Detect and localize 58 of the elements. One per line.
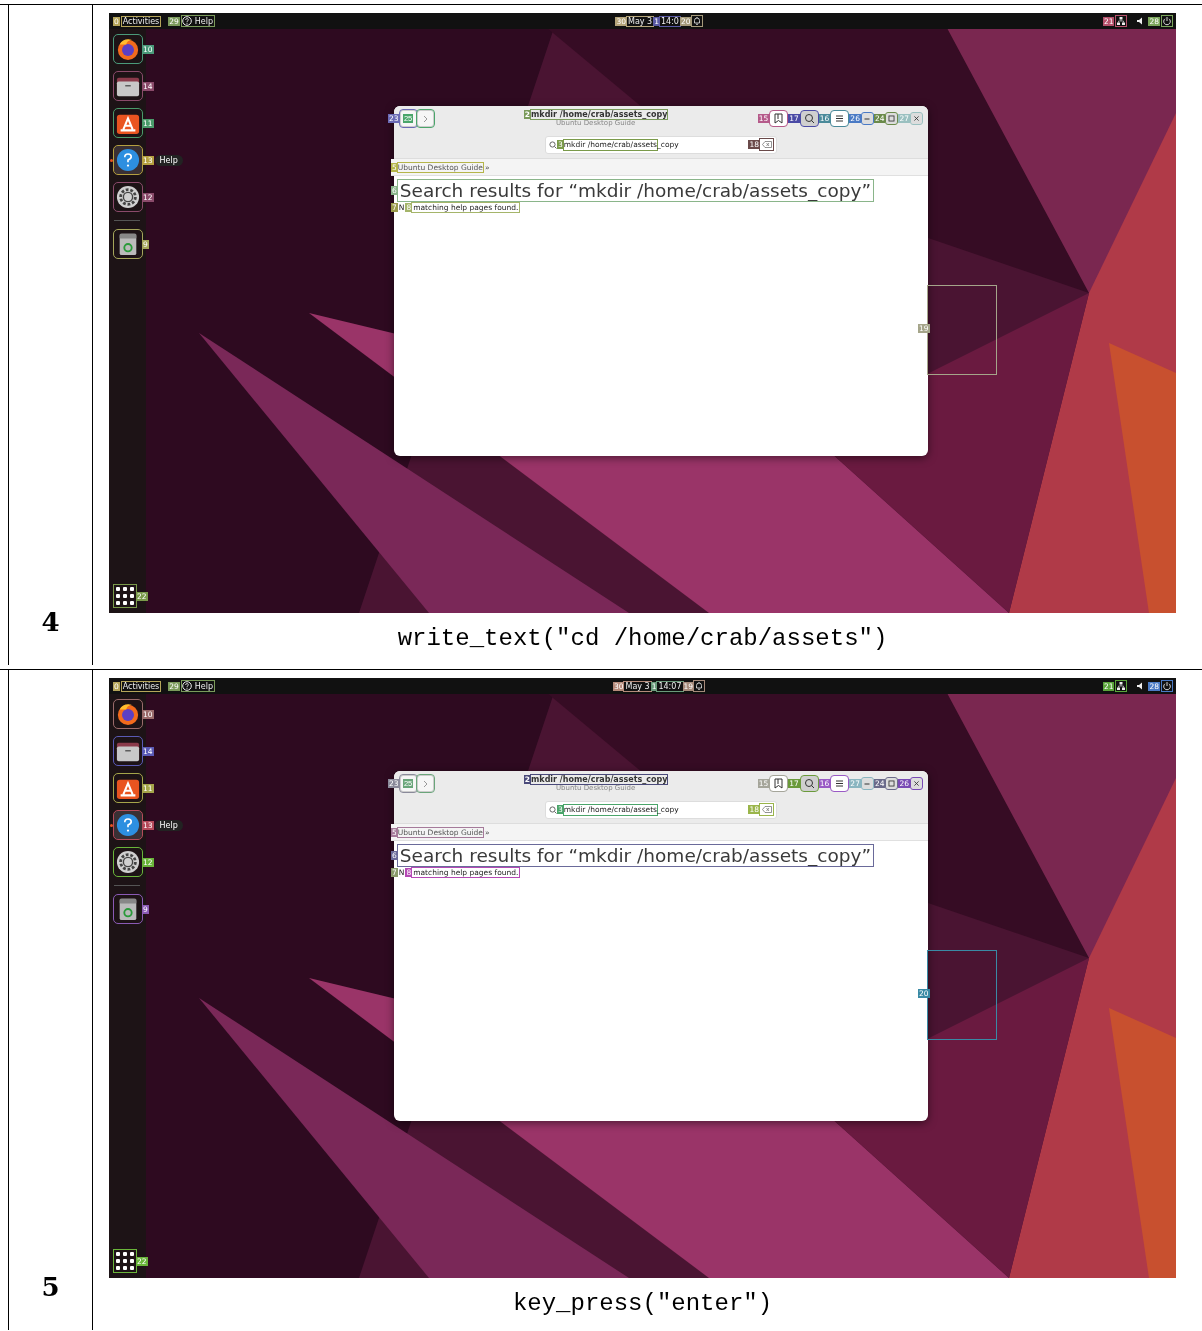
menu-button[interactable] bbox=[831, 111, 849, 126]
bookmark-button[interactable] bbox=[770, 776, 788, 791]
date-label[interactable]: May 3 bbox=[624, 681, 651, 691]
step-number: 5 bbox=[41, 1272, 60, 1302]
search-icon bbox=[802, 112, 816, 125]
bookmark-icon bbox=[772, 777, 786, 790]
date-label[interactable]: May 3 bbox=[627, 16, 654, 26]
window-title: mkdir /home/crab/assets_copy bbox=[531, 775, 668, 784]
chevron-icon bbox=[421, 113, 430, 124]
search-button[interactable] bbox=[800, 111, 818, 126]
app-grid-icon[interactable] bbox=[114, 585, 136, 607]
clear-button[interactable] bbox=[760, 139, 773, 150]
minimize-icon bbox=[864, 117, 871, 120]
forward-button[interactable] bbox=[416, 775, 434, 792]
action-caption: key_press("enter") bbox=[511, 1290, 774, 1317]
search-icon bbox=[549, 805, 557, 814]
maximize-icon bbox=[886, 777, 898, 790]
clock-label[interactable]: 14:0 bbox=[660, 16, 680, 26]
minimize-button[interactable] bbox=[861, 778, 873, 789]
help-icon bbox=[181, 16, 192, 26]
search-icon bbox=[802, 777, 816, 790]
maximize-button[interactable] bbox=[886, 778, 898, 789]
chevron-icon bbox=[421, 778, 430, 789]
search-button[interactable] bbox=[800, 776, 818, 791]
page-heading: Search results for “mkdir /home/crab/assets_copy” bbox=[397, 845, 873, 866]
app-menu[interactable]: Help bbox=[181, 16, 215, 26]
network-icon[interactable] bbox=[1116, 16, 1127, 26]
bookmark-button[interactable] bbox=[770, 111, 788, 126]
app-menu[interactable]: Help bbox=[181, 681, 215, 691]
page-heading: Search results for “mkdir /home/crab/assets_copy” bbox=[397, 180, 873, 201]
close-button[interactable] bbox=[911, 778, 922, 789]
clock-label[interactable]: 14:07 bbox=[657, 681, 683, 691]
power-icon[interactable] bbox=[1162, 681, 1172, 691]
power-icon[interactable] bbox=[1162, 16, 1172, 26]
app-menu-label: Help bbox=[193, 681, 215, 691]
minimize-icon bbox=[864, 782, 871, 785]
activities-button[interactable]: Activities bbox=[121, 681, 161, 691]
window-title: mkdir /home/crab/assets_copy bbox=[531, 110, 668, 119]
tooltip: Help bbox=[154, 154, 183, 166]
app-menu-label: Help bbox=[193, 16, 215, 26]
bell-icon[interactable] bbox=[691, 16, 702, 26]
menu-button[interactable] bbox=[831, 776, 849, 791]
search-icon bbox=[549, 140, 557, 149]
step-number: 4 bbox=[41, 607, 60, 637]
help-icon bbox=[181, 681, 192, 691]
maximize-button[interactable] bbox=[886, 113, 898, 124]
app-grid-icon[interactable] bbox=[114, 1250, 136, 1272]
tooltip: Help bbox=[154, 819, 183, 831]
clear-button[interactable] bbox=[760, 804, 773, 815]
action-caption: write_text("cd /home/crab/assets") bbox=[396, 625, 889, 652]
minimize-button[interactable] bbox=[861, 113, 873, 124]
bookmark-icon bbox=[772, 112, 786, 125]
forward-button[interactable] bbox=[416, 110, 434, 127]
network-icon[interactable] bbox=[1116, 681, 1127, 691]
bell-icon[interactable] bbox=[694, 681, 705, 691]
activities-button[interactable]: Activities bbox=[121, 16, 161, 26]
close-button[interactable] bbox=[911, 113, 922, 124]
maximize-icon bbox=[886, 112, 898, 125]
